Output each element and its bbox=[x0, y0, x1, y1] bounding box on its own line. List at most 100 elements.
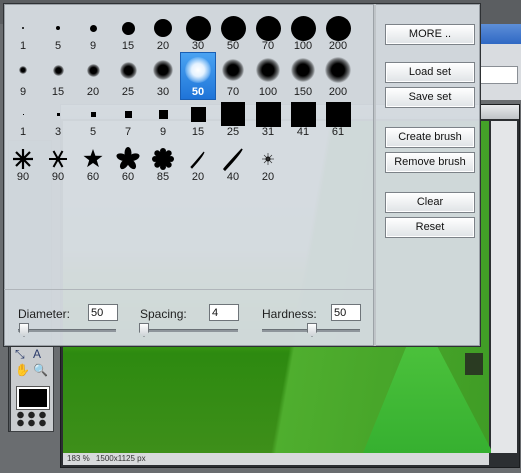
zoom-tool-icon[interactable]: 🔍 bbox=[33, 363, 48, 377]
brush-preset-41-sq[interactable]: 41 bbox=[286, 101, 320, 138]
remove-brush-button[interactable]: Remove brush bbox=[385, 152, 475, 173]
brush-size-label: 25 bbox=[226, 126, 240, 138]
image-size: 1500x1125 px bbox=[95, 454, 146, 463]
load-set-button[interactable]: Load set bbox=[385, 62, 475, 83]
brush-preset-9-sq[interactable]: 9 bbox=[146, 101, 180, 138]
brush-preset-25-sq[interactable]: 25 bbox=[216, 101, 250, 138]
palette-dots-icon[interactable] bbox=[15, 411, 49, 427]
brush-preset-15-hard[interactable]: 15 bbox=[111, 15, 145, 52]
background-field bbox=[480, 66, 518, 84]
brush-preset-9-soft[interactable]: 9 bbox=[6, 53, 40, 99]
reset-button[interactable]: Reset bbox=[385, 217, 475, 238]
brush-preset-85-gear[interactable]: 85 bbox=[146, 146, 180, 183]
star6-brush-icon bbox=[41, 146, 75, 172]
brush-preset-61-sq[interactable]: 61 bbox=[321, 101, 355, 138]
brush-preset-3-sq[interactable]: 3 bbox=[41, 101, 75, 138]
brush-size-label: 9 bbox=[19, 86, 27, 98]
brush-size-label: 5 bbox=[54, 40, 62, 52]
sq-brush-icon bbox=[251, 101, 285, 127]
brush-preset-70-hard[interactable]: 70 bbox=[251, 15, 285, 52]
sq-brush-icon bbox=[76, 101, 110, 127]
brush-preset-25-soft[interactable]: 25 bbox=[111, 53, 145, 99]
diameter-slider-thumb[interactable] bbox=[19, 323, 29, 337]
brush-preset-30-soft[interactable]: 30 bbox=[146, 53, 180, 99]
sq-brush-icon bbox=[111, 101, 145, 127]
hardness-input[interactable] bbox=[331, 304, 361, 321]
brush-preset-50-glow[interactable]: 50 bbox=[180, 52, 216, 100]
brush-preset-90-star8[interactable]: 90 bbox=[6, 146, 40, 183]
tools-panel: ⤡ A ✋ 🔍 bbox=[10, 344, 54, 432]
hard-brush-icon bbox=[181, 15, 215, 41]
star5-brush-icon bbox=[76, 146, 110, 172]
brush-preset-200-hard[interactable]: 200 bbox=[321, 15, 355, 52]
brush-preset-15-sq[interactable]: 15 bbox=[181, 101, 215, 138]
panel-divider bbox=[373, 4, 376, 346]
more-button[interactable]: MORE .. bbox=[385, 24, 475, 45]
brush-preset-15-soft[interactable]: 15 bbox=[41, 53, 75, 99]
brush-preset-100-soft[interactable]: 100 bbox=[251, 53, 285, 99]
soft-brush-icon bbox=[286, 53, 320, 87]
spacing-slider-track[interactable] bbox=[140, 329, 238, 332]
brush-preset-20-spark[interactable]: 20 bbox=[251, 146, 285, 183]
image-window-side-panel bbox=[491, 121, 517, 453]
text-tool-icon[interactable]: A bbox=[33, 347, 41, 361]
brush-size-label: 1 bbox=[19, 40, 27, 52]
vehicle bbox=[465, 353, 483, 375]
brush-preset-5-sq[interactable]: 5 bbox=[76, 101, 110, 138]
brush-size-label: 5 bbox=[89, 126, 97, 138]
create-brush-button[interactable]: Create brush bbox=[385, 127, 475, 148]
slash2-brush-icon bbox=[216, 146, 250, 172]
color-swatch[interactable] bbox=[16, 386, 50, 410]
diameter-input[interactable] bbox=[88, 304, 118, 321]
hand-tool-icon[interactable]: ✋ bbox=[15, 363, 30, 377]
brush-size-label: 9 bbox=[159, 126, 167, 138]
brush-preset-5-hard[interactable]: 5 bbox=[41, 15, 75, 52]
brush-size-label: 30 bbox=[191, 40, 205, 52]
brush-preset-1-sq[interactable]: 1 bbox=[6, 101, 40, 138]
zoom-level: 183 % bbox=[67, 454, 90, 463]
brush-size-label: 200 bbox=[328, 86, 348, 98]
brush-size-label: 1 bbox=[19, 126, 27, 138]
brush-size-label: 150 bbox=[293, 86, 313, 98]
soft-brush-icon bbox=[111, 53, 145, 87]
diameter-slider-track[interactable] bbox=[18, 329, 116, 332]
hard-brush-icon bbox=[216, 15, 250, 41]
brush-preset-30-hard[interactable]: 30 bbox=[181, 15, 215, 52]
brush-preset-90-star6[interactable]: 90 bbox=[41, 146, 75, 183]
spark-brush-icon bbox=[251, 146, 285, 172]
brush-size-label: 30 bbox=[156, 86, 170, 98]
brush-preset-70-soft[interactable]: 70 bbox=[216, 53, 250, 99]
brush-size-label: 60 bbox=[121, 171, 135, 183]
brush-size-label: 85 bbox=[156, 171, 170, 183]
brush-preset-50-hard[interactable]: 50 bbox=[216, 15, 250, 52]
brush-preset-9-hard[interactable]: 9 bbox=[76, 15, 110, 52]
brush-preset-20-hard[interactable]: 20 bbox=[146, 15, 180, 52]
brush-preset-7-sq[interactable]: 7 bbox=[111, 101, 145, 138]
status-bar: 183 % 1500x1125 px bbox=[63, 453, 489, 465]
clear-button[interactable]: Clear bbox=[385, 192, 475, 213]
brush-preset-60-star5[interactable]: 60 bbox=[76, 146, 110, 183]
brush-preset-20-soft[interactable]: 20 bbox=[76, 53, 110, 99]
brush-preset-31-sq[interactable]: 31 bbox=[251, 101, 285, 138]
save-set-button[interactable]: Save set bbox=[385, 87, 475, 108]
picker-tool-icon[interactable]: ⤡ bbox=[15, 347, 25, 362]
brush-preset-150-soft[interactable]: 150 bbox=[286, 53, 320, 99]
spacing-input[interactable] bbox=[209, 304, 239, 321]
hardness-slider-thumb[interactable] bbox=[307, 323, 317, 337]
brush-size-label: 15 bbox=[51, 86, 65, 98]
sq-brush-icon bbox=[181, 101, 215, 127]
brush-preset-60-flower[interactable]: 60 bbox=[111, 146, 145, 183]
brush-preset-40-slash2[interactable]: 40 bbox=[216, 146, 250, 183]
brush-preset-20-slash[interactable]: 20 bbox=[181, 146, 215, 183]
brush-size-label: 50 bbox=[191, 86, 205, 98]
brush-preset-1-hard[interactable]: 1 bbox=[6, 15, 40, 52]
soft-brush-icon bbox=[41, 53, 75, 87]
brush-size-label: 20 bbox=[191, 171, 205, 183]
brush-size-label: 15 bbox=[191, 126, 205, 138]
star8-brush-icon bbox=[6, 146, 40, 172]
brush-preset-200-soft[interactable]: 200 bbox=[321, 53, 355, 99]
brush-preset-100-hard[interactable]: 100 bbox=[286, 15, 320, 52]
brush-size-label: 60 bbox=[86, 171, 100, 183]
hard-brush-icon bbox=[321, 15, 355, 41]
spacing-slider-thumb[interactable] bbox=[139, 323, 149, 337]
